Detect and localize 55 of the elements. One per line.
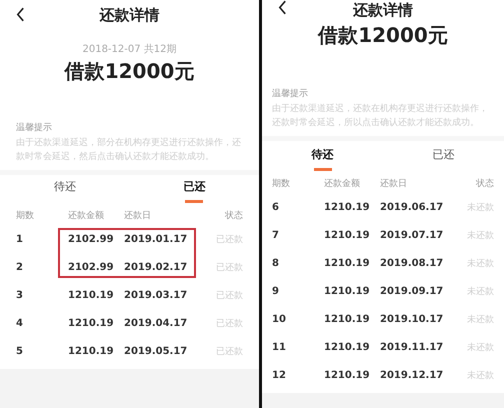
- column-header: 还款日: [124, 210, 152, 222]
- column-header: 状态: [225, 210, 243, 222]
- page-title: 还款详情: [353, 0, 413, 20]
- tab[interactable]: 已还: [383, 143, 504, 173]
- column-header: 还款日: [380, 178, 408, 190]
- table-cell-text: 2019.03.17: [124, 290, 188, 300]
- table-cell-text: 1210.19: [324, 370, 371, 380]
- table-cell-text: 2019.12.17: [380, 370, 444, 380]
- notice-title: 温馨提示: [272, 88, 309, 101]
- table-cell-text: 1210.19: [324, 230, 371, 240]
- table-cell-text: 1210.19: [324, 202, 371, 212]
- table-cell-text: 1210.19: [68, 290, 115, 300]
- table-cell-text: 1210.19: [324, 258, 371, 268]
- table-cell-text: 1210.19: [68, 346, 115, 356]
- table-cell-text: 2019.07.17: [380, 230, 444, 240]
- table-cell-text: 8: [272, 258, 280, 268]
- table-cell-text: 1210.19: [68, 318, 115, 328]
- loan-amount: 借款12000元: [63, 58, 196, 84]
- column-header: 状态: [476, 178, 494, 190]
- table-cell-text: 1: [16, 234, 24, 244]
- table-cell-text: 2019.02.17: [124, 262, 188, 272]
- table-cell-text: 3: [16, 290, 24, 300]
- tab[interactable]: 待还: [0, 175, 130, 205]
- column-header: 还款金额: [68, 210, 105, 222]
- back-icon[interactable]: [278, 0, 287, 15]
- table-cell-text: 1210.19: [324, 286, 371, 296]
- table-cell-text: 4: [16, 318, 24, 328]
- table-cell-text: 2019.06.17: [380, 202, 444, 212]
- table-cell-text: 2019.01.17: [124, 234, 188, 244]
- table-cell-text: 9: [272, 286, 280, 296]
- loan-amount: 借款12000元: [316, 22, 449, 48]
- back-icon[interactable]: [16, 7, 25, 22]
- table-cell-text: 2019.08.17: [380, 258, 444, 268]
- table-cell-text: 11: [272, 342, 287, 352]
- loan-date: 2018-12-07 共12期: [81, 43, 178, 57]
- table-cell-text: 2: [16, 262, 24, 272]
- table-cell-text: 6: [272, 202, 280, 212]
- table-cell-text: 2102.99: [68, 234, 115, 244]
- table-cell-text: 2019.05.17: [124, 346, 188, 356]
- table-cell-text: 10: [272, 314, 287, 324]
- table-cell-text: 12: [272, 370, 287, 380]
- page-title: 还款详情: [100, 5, 160, 25]
- table-cell-text: 1210.19: [324, 342, 371, 352]
- column-header: 还款金额: [324, 178, 361, 190]
- table-cell-text: 2019.11.17: [380, 342, 444, 352]
- table-cell-text: 1210.19: [324, 314, 371, 324]
- table-cell-text: 7: [272, 230, 280, 240]
- column-header: 期数: [272, 178, 291, 190]
- table-cell-text: 2019.04.17: [124, 318, 188, 328]
- notice-title: 温馨提示: [16, 122, 53, 135]
- table-cell-text: 2102.99: [68, 262, 115, 272]
- column-header: 期数: [16, 210, 35, 222]
- table-cell-text: 2019.10.17: [380, 314, 444, 324]
- table-cell-text: 2019.09.17: [380, 286, 444, 296]
- table-cell-text: 5: [16, 346, 24, 356]
